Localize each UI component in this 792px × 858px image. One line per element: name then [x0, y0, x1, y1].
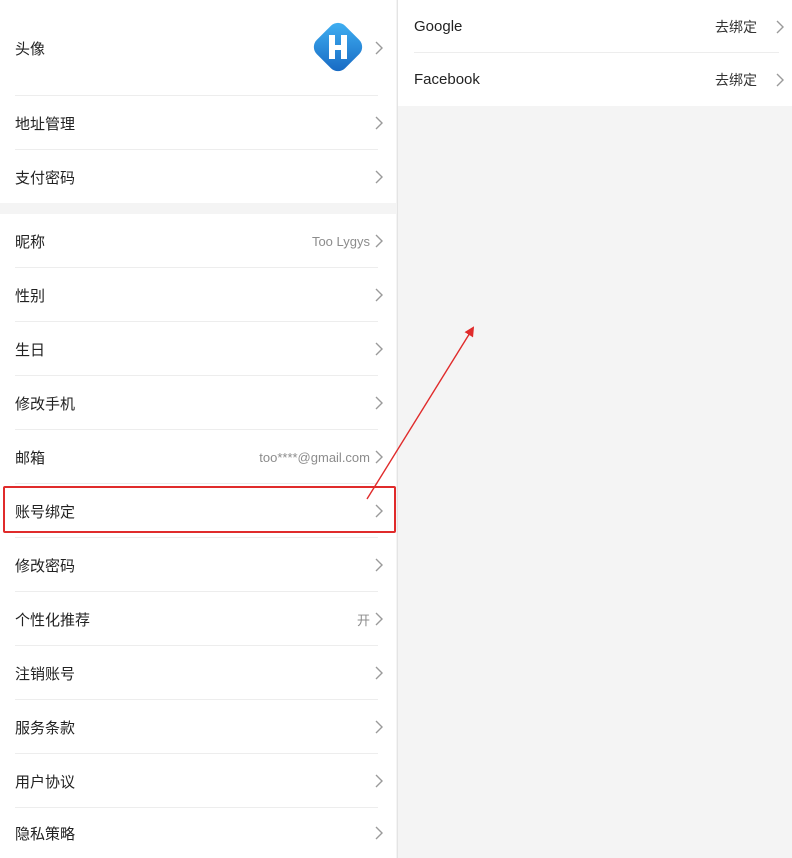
chevron-right-icon — [375, 558, 383, 572]
chevron-right-icon — [375, 612, 383, 626]
settings-row-email[interactable]: 邮箱 too****@gmail.com — [0, 430, 396, 484]
row-label: 注销账号 — [15, 665, 76, 683]
chevron-right-icon — [776, 73, 784, 86]
row-label: 生日 — [15, 341, 46, 359]
row-label: 服务条款 — [15, 719, 76, 737]
row-label: 修改密码 — [15, 557, 76, 575]
row-label: 昵称 — [15, 233, 46, 251]
settings-row-nickname[interactable]: 昵称 Too Lygys — [0, 214, 396, 268]
settings-row-user-agreement[interactable]: 用户协议 — [0, 754, 396, 808]
settings-row-change-phone[interactable]: 修改手机 — [0, 376, 396, 430]
chevron-right-icon — [375, 450, 383, 464]
bind-action[interactable]: 去绑定 — [715, 17, 757, 37]
row-label: 账号绑定 — [15, 503, 76, 521]
chevron-right-icon — [776, 20, 784, 33]
row-value: Too Lygys — [311, 233, 370, 249]
settings-row-change-password[interactable]: 修改密码 — [0, 538, 396, 592]
chevron-right-icon — [375, 288, 383, 302]
chevron-right-icon — [375, 234, 383, 248]
binding-row-facebook[interactable]: Facebook 去绑定 — [398, 53, 792, 106]
chevron-right-icon — [375, 116, 383, 130]
chevron-right-icon — [375, 826, 383, 840]
settings-row-terms[interactable]: 服务条款 — [0, 700, 396, 754]
binding-platform: Google — [414, 18, 463, 35]
row-label: 个性化推荐 — [15, 611, 91, 629]
row-label: 用户协议 — [15, 773, 76, 791]
row-label: 修改手机 — [15, 395, 76, 413]
row-value: too****@gmail.com — [259, 449, 370, 465]
settings-row-cancel-account[interactable]: 注销账号 — [0, 646, 396, 700]
row-label: 支付密码 — [15, 169, 76, 187]
settings-row-privacy[interactable]: 隐私策略 — [0, 808, 396, 858]
bind-action[interactable]: 去绑定 — [715, 70, 757, 90]
chevron-right-icon — [375, 666, 383, 680]
chevron-right-icon — [375, 774, 383, 788]
settings-group-account: 昵称 Too Lygys 性别 生日 修改手机 邮箱 too****@gmail… — [0, 214, 396, 858]
settings-row-avatar[interactable]: 头像 — [0, 0, 396, 96]
settings-group-basic: 头像 地址管理 支付密码 — [0, 0, 396, 203]
settings-row-address[interactable]: 地址管理 — [0, 96, 396, 150]
settings-row-personalized[interactable]: 个性化推荐 开 — [0, 592, 396, 646]
row-label: 地址管理 — [15, 115, 76, 133]
settings-row-pay-password[interactable]: 支付密码 — [0, 150, 396, 204]
chevron-right-icon — [375, 396, 383, 410]
chevron-right-icon — [375, 504, 383, 518]
row-label: 头像 — [15, 40, 46, 58]
binding-list: Google 去绑定 Facebook 去绑定 — [398, 0, 792, 106]
chevron-right-icon — [375, 720, 383, 734]
row-label: 隐私策略 — [15, 825, 76, 843]
row-label: 性别 — [15, 287, 46, 305]
row-label: 邮箱 — [15, 449, 46, 467]
app-logo-icon — [313, 22, 363, 72]
binding-row-google[interactable]: Google 去绑定 — [398, 0, 792, 53]
row-value: 开 — [356, 612, 370, 628]
profile-settings-panel: 头像 地址管理 支付密码 昵称 Too Lygys 性别 生日 修改手机 邮箱 … — [0, 0, 396, 858]
settings-row-account-binding[interactable]: 账号绑定 — [0, 484, 396, 538]
binding-platform: Facebook — [414, 71, 480, 88]
chevron-right-icon — [375, 342, 383, 356]
chevron-right-icon — [375, 41, 383, 55]
account-binding-panel: Google 去绑定 Facebook 去绑定 — [397, 0, 792, 858]
chevron-right-icon — [375, 170, 383, 184]
settings-row-birthday[interactable]: 生日 — [0, 322, 396, 376]
settings-row-gender[interactable]: 性别 — [0, 268, 396, 322]
avatar[interactable] — [308, 17, 368, 77]
